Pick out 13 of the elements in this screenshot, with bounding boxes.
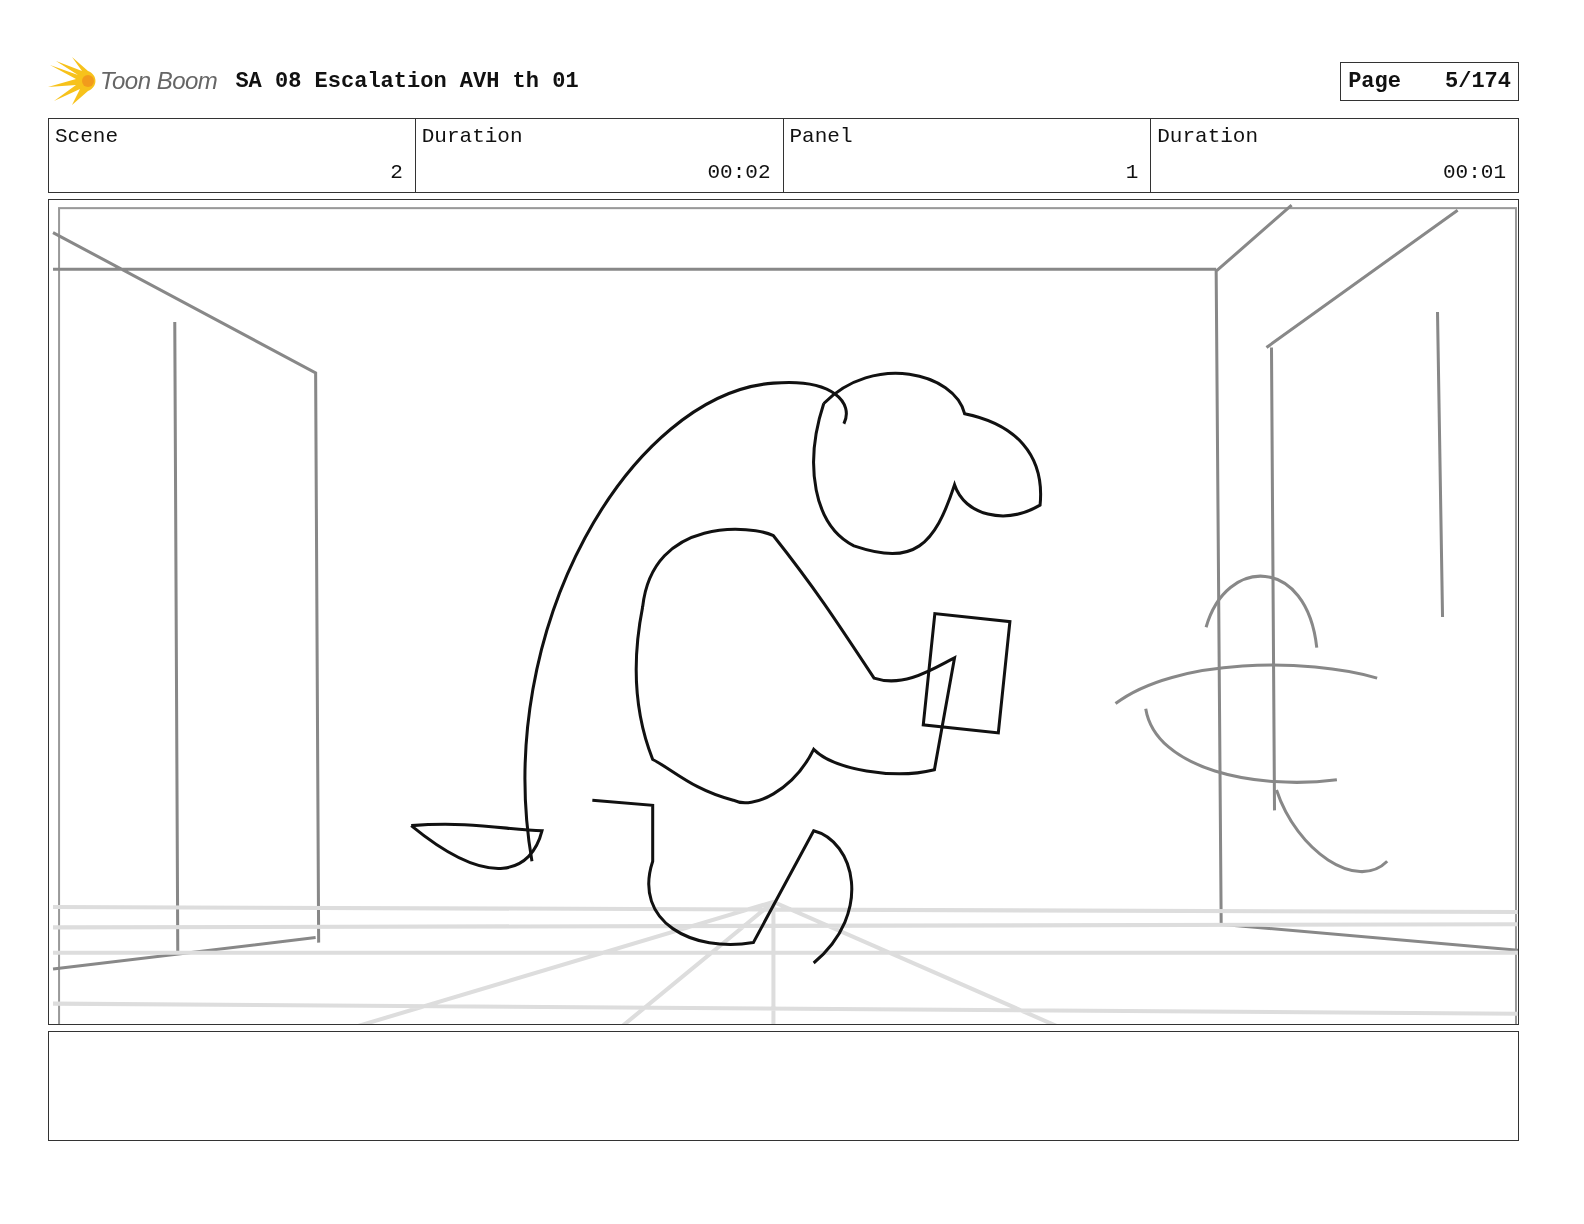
field-label: Duration <box>421 125 524 148</box>
field-value: 1 <box>1125 161 1139 184</box>
field-value: 00:01 <box>1443 161 1506 184</box>
logo-text: Toon Boom <box>100 67 218 95</box>
page-number: 5/174 <box>1445 68 1511 94</box>
field-label: Duration <box>1157 125 1260 148</box>
field-label: Panel <box>789 125 854 148</box>
field-label: Scene <box>55 125 119 148</box>
page-label: Page <box>1348 68 1401 94</box>
field-value: 2 <box>390 161 403 184</box>
starburst-logo-icon <box>48 57 98 105</box>
storyboard-title: SA 08 Escalation AVH th 01 <box>235 68 579 94</box>
field-value: 00:02 <box>707 161 771 184</box>
